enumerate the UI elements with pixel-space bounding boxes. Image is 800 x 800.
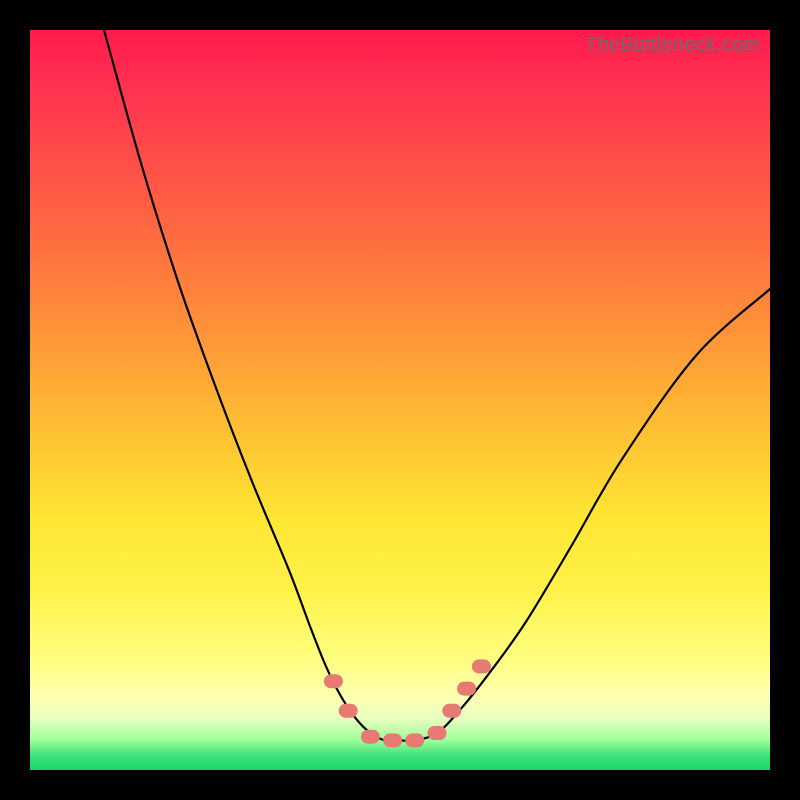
marker-dot <box>361 730 379 743</box>
marker-dot <box>472 660 490 673</box>
plot-area: TheBottleneck.com <box>30 30 770 770</box>
marker-dot <box>443 704 461 717</box>
marker-dot <box>458 682 476 695</box>
chart-svg <box>30 30 770 770</box>
marker-dot <box>406 734 424 747</box>
marker-dot <box>384 734 402 747</box>
marker-dot <box>428 727 446 740</box>
marker-dot <box>324 675 342 688</box>
bottleneck-curve <box>104 30 770 741</box>
marker-dot <box>339 704 357 717</box>
chart-frame: TheBottleneck.com <box>0 0 800 800</box>
